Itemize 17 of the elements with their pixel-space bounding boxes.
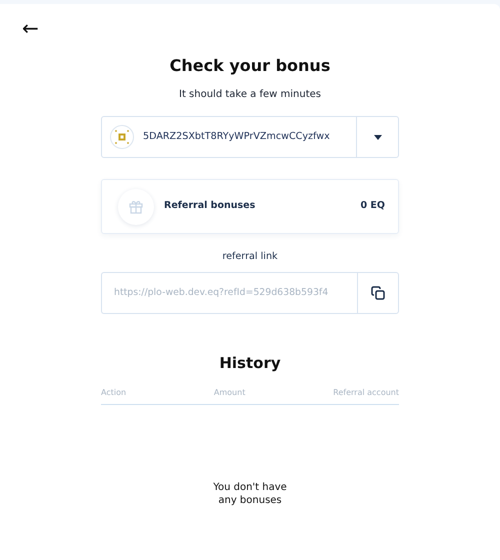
column-header: Referral account (333, 386, 399, 399)
avatar-icon (110, 125, 134, 149)
page-title: Check your bonus (168, 55, 332, 77)
referral-link-label: referral link (221, 250, 279, 264)
history-title: History (218, 353, 282, 374)
account-address: 5DARZ2SXbtT8RYyWPrVZmcwCCyzfwx (143, 130, 331, 144)
copy-icon (371, 286, 385, 300)
subtitle: It should take a few minutes (178, 88, 322, 102)
back-button[interactable]: ← (22, 18, 39, 38)
empty-message: You don't have any bonuses (212, 480, 288, 507)
caret-icon (374, 134, 382, 140)
account-select[interactable]: 5DARZ2SXbtT8RYyWPrVZmcwCCyzfwx (101, 116, 399, 158)
bonus-amount: 0 EQ (360, 199, 385, 214)
copy-button[interactable] (357, 272, 399, 314)
column-header: Action (101, 386, 126, 399)
column-header: Amount (214, 386, 246, 399)
bonus-label: Referral bonuses (164, 199, 256, 214)
